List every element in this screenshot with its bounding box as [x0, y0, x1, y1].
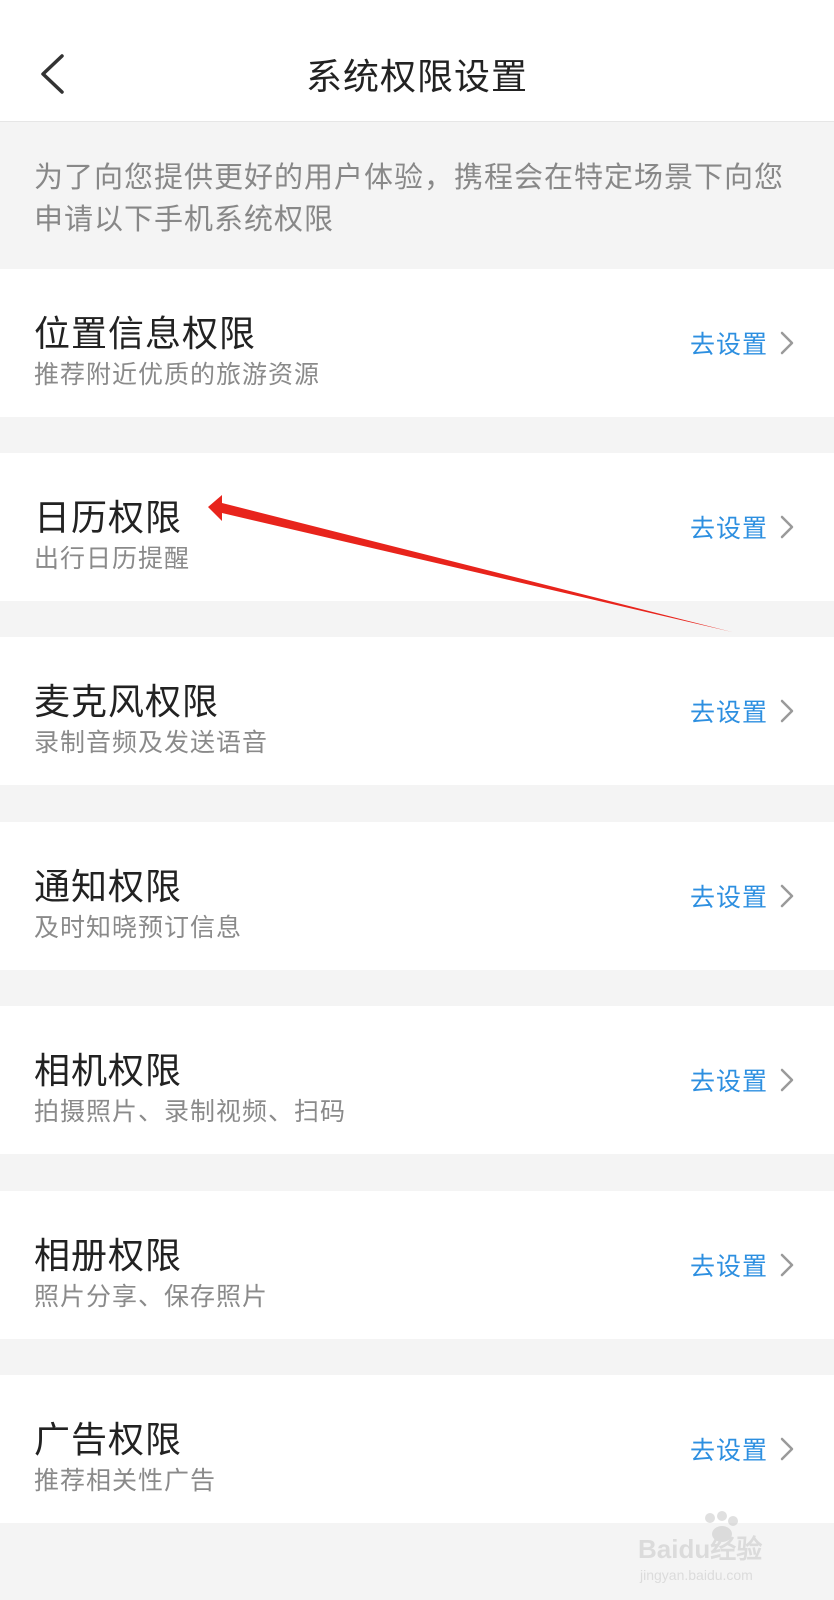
go-settings-label: 去设置 — [689, 330, 768, 359]
chevron-right-icon — [780, 1068, 794, 1092]
permission-item-microphone[interactable]: 麦克风权限 录制音频及发送语音 去设置 — [0, 637, 834, 785]
permission-item-camera[interactable]: 相机权限 拍摄照片、录制视频、扫码 去设置 — [0, 1006, 834, 1154]
permission-title: 广告权限 — [34, 1420, 183, 1461]
go-settings-button[interactable]: 去设置 — [690, 693, 794, 729]
permission-item-ads[interactable]: 广告权限 推荐相关性广告 去设置 — [0, 1375, 834, 1523]
permission-description: 推荐相关性广告 — [34, 1466, 217, 1495]
go-settings-button[interactable]: 去设置 — [690, 509, 794, 545]
permission-description: 录制音频及发送语音 — [34, 728, 269, 757]
permission-title: 相册权限 — [34, 1236, 183, 1277]
permission-description: 拍摄照片、录制视频、扫码 — [34, 1097, 347, 1126]
permission-item-notification[interactable]: 通知权限 及时知晓预订信息 去设置 — [0, 822, 834, 970]
navigation-bar: 系统权限设置 — [0, 0, 834, 122]
go-settings-button[interactable]: 去设置 — [690, 325, 794, 361]
go-settings-button[interactable]: 去设置 — [690, 878, 794, 914]
go-settings-button[interactable]: 去设置 — [690, 1247, 794, 1283]
go-settings-label: 去设置 — [689, 1252, 768, 1281]
permission-title: 通知权限 — [34, 867, 183, 908]
chevron-right-icon — [780, 1253, 794, 1277]
watermark-url: jingyan.baidu.com — [639, 1567, 753, 1583]
go-settings-button[interactable]: 去设置 — [690, 1062, 794, 1098]
go-settings-label: 去设置 — [689, 698, 768, 727]
go-settings-button[interactable]: 去设置 — [690, 1431, 794, 1467]
permission-description: 照片分享、保存照片 — [34, 1282, 269, 1311]
permission-description: 推荐附近优质的旅游资源 — [34, 360, 321, 389]
permission-item-album[interactable]: 相册权限 照片分享、保存照片 去设置 — [0, 1191, 834, 1339]
chevron-right-icon — [780, 331, 794, 355]
page-title: 系统权限设置 — [305, 57, 528, 98]
intro-text: 为了向您提供更好的用户体验，携程会在特定场景下向您申请以下手机系统权限 — [34, 160, 785, 236]
permission-item-location[interactable]: 位置信息权限 推荐附近优质的旅游资源 去设置 — [0, 269, 834, 417]
watermark-brand: Baidu经验 — [638, 1534, 762, 1564]
permission-title: 相机权限 — [34, 1051, 183, 1092]
go-settings-label: 去设置 — [689, 514, 768, 543]
chevron-right-icon — [780, 515, 794, 539]
go-settings-label: 去设置 — [689, 1436, 768, 1465]
permission-description: 出行日历提醒 — [34, 544, 191, 573]
permission-description: 及时知晓预订信息 — [34, 913, 243, 942]
permission-item-calendar[interactable]: 日历权限 出行日历提醒 去设置 — [0, 453, 834, 601]
permission-title: 位置信息权限 — [34, 314, 257, 355]
chevron-right-icon — [780, 1437, 794, 1461]
chevron-right-icon — [780, 884, 794, 908]
chevron-right-icon — [780, 699, 794, 723]
permission-title: 麦克风权限 — [34, 682, 220, 723]
permission-title: 日历权限 — [34, 498, 183, 539]
go-settings-label: 去设置 — [689, 883, 768, 912]
go-settings-label: 去设置 — [689, 1067, 768, 1096]
